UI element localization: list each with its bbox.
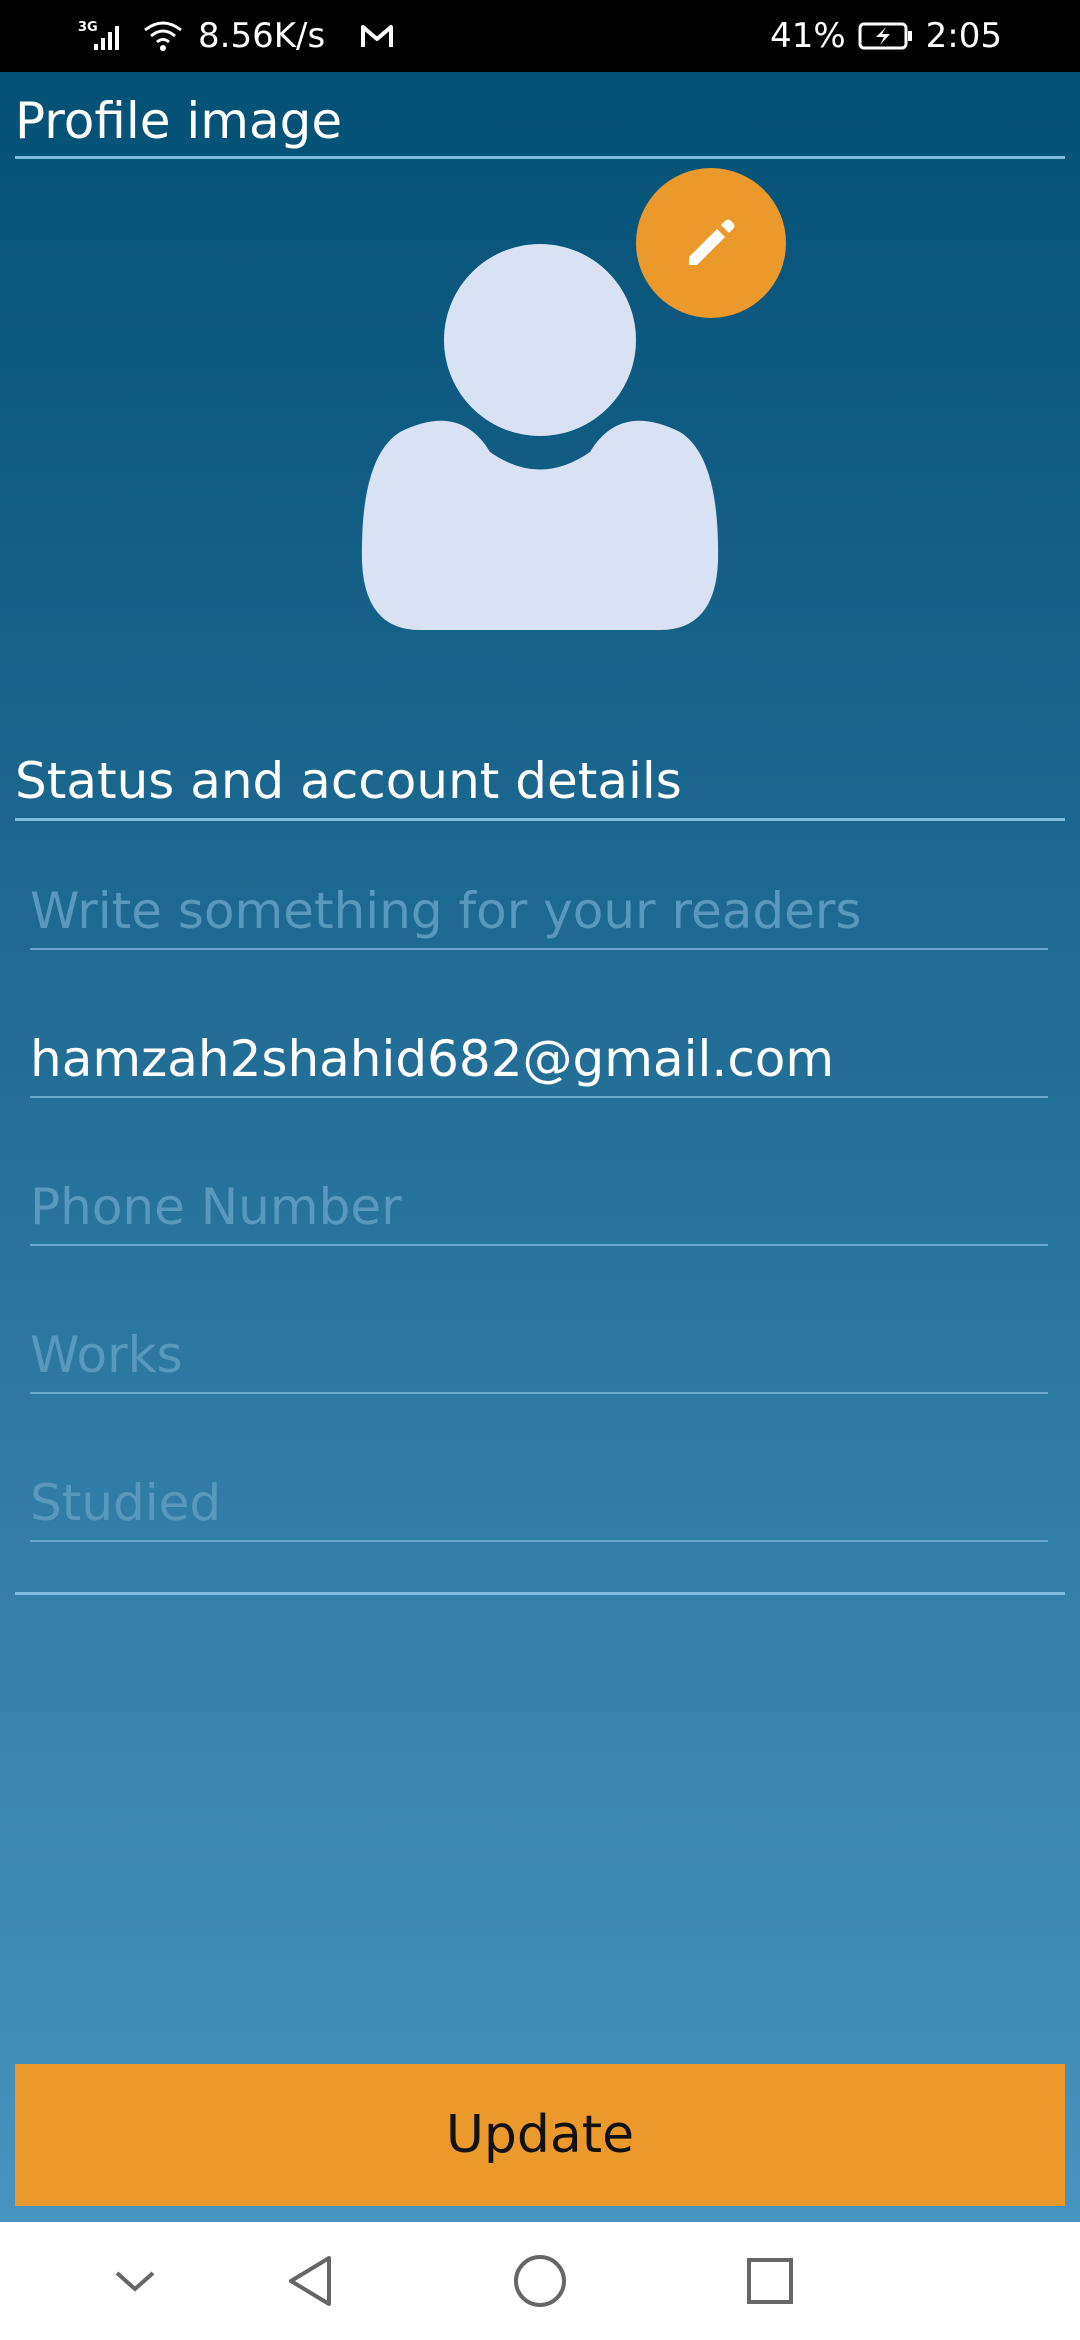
details-heading: Status and account details — [15, 752, 682, 810]
nav-back-button[interactable] — [270, 2222, 350, 2340]
home-icon — [514, 2255, 566, 2307]
profile-image-divider — [15, 156, 1065, 159]
gmail-icon — [361, 25, 394, 47]
edit-avatar-button[interactable] — [636, 168, 786, 318]
chevron-down-icon — [115, 2271, 155, 2292]
wifi-icon — [144, 21, 182, 51]
works-placeholder: Works — [30, 1326, 183, 1384]
nav-home-button[interactable] — [500, 2222, 580, 2340]
details-divider — [15, 818, 1065, 821]
email-underline — [30, 1096, 1048, 1098]
nav-collapse-button[interactable] — [100, 2222, 170, 2340]
phone-underline — [30, 1244, 1048, 1246]
signal-icon: 3G — [78, 18, 128, 54]
studied-placeholder: Studied — [30, 1474, 222, 1532]
recents-icon — [747, 2258, 793, 2304]
clock: 2:05 — [925, 16, 1002, 56]
nav-recents-button[interactable] — [730, 2222, 810, 2340]
pencil-icon — [689, 219, 735, 265]
works-field[interactable]: Works — [30, 1294, 1048, 1394]
works-underline — [30, 1392, 1048, 1394]
status-bar: 3G 8.56K/s 41% 2:05 — [0, 0, 1080, 72]
network-speed: 8.56K/s — [198, 16, 326, 56]
studied-field[interactable]: Studied — [30, 1442, 1048, 1542]
back-icon — [289, 2256, 331, 2306]
status-field[interactable]: Write something for your readers — [30, 850, 1048, 950]
update-button[interactable]: Update — [15, 2064, 1065, 2206]
battery-percent: 41% — [770, 16, 846, 56]
details-bottom-divider — [15, 1592, 1065, 1595]
email-field[interactable]: hamzah2shahid682@gmail.com — [30, 998, 1048, 1098]
phone-placeholder: Phone Number — [30, 1178, 402, 1236]
battery-charging-icon — [858, 22, 912, 50]
profile-image-heading: Profile image — [15, 92, 343, 150]
phone-field[interactable]: Phone Number — [30, 1146, 1048, 1246]
status-placeholder: Write something for your readers — [30, 882, 862, 940]
system-nav-bar — [0, 2222, 1080, 2340]
email-value: hamzah2shahid682@gmail.com — [30, 1030, 835, 1088]
profile-edit-screen: Profile image Status and account details… — [0, 72, 1080, 2222]
status-underline — [30, 948, 1048, 950]
studied-underline — [30, 1540, 1048, 1542]
